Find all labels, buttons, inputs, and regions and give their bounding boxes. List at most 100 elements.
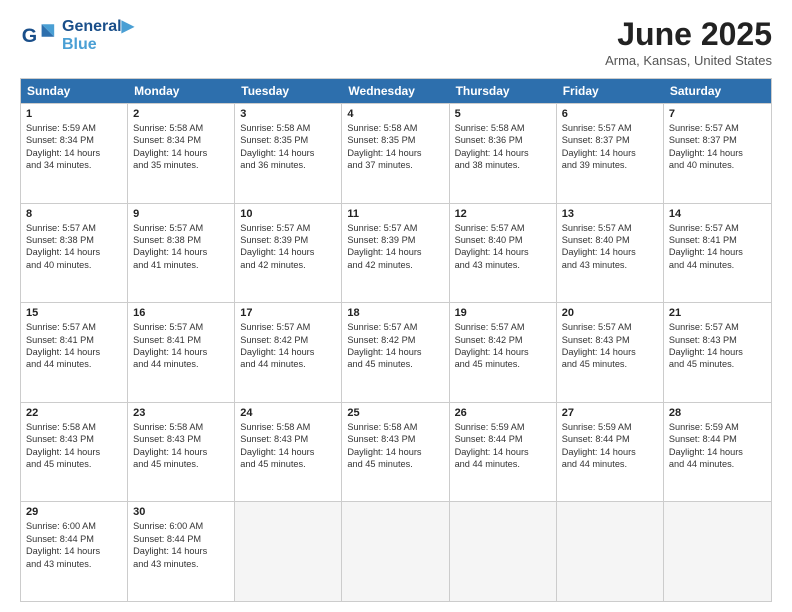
day-number: 25 bbox=[347, 407, 443, 419]
day-info: Sunrise: 5:57 AM Sunset: 8:42 PM Dayligh… bbox=[347, 321, 443, 371]
header-day-wednesday: Wednesday bbox=[342, 79, 449, 103]
header: G General▶ Blue June 2025 Arma, Kansas, … bbox=[20, 16, 772, 68]
day-info: Sunrise: 5:57 AM Sunset: 8:38 PM Dayligh… bbox=[26, 222, 122, 272]
empty-cell bbox=[235, 502, 342, 601]
page: G General▶ Blue June 2025 Arma, Kansas, … bbox=[0, 0, 792, 612]
day-number: 11 bbox=[347, 208, 443, 220]
header-day-tuesday: Tuesday bbox=[235, 79, 342, 103]
day-info: Sunrise: 5:59 AM Sunset: 8:44 PM Dayligh… bbox=[455, 421, 551, 471]
day-cell-15: 15 Sunrise: 5:57 AM Sunset: 8:41 PM Dayli… bbox=[21, 303, 128, 402]
day-number: 29 bbox=[26, 506, 122, 518]
day-cell-27: 27Sunrise: 5:59 AM Sunset: 8:44 PM Dayli… bbox=[557, 403, 664, 502]
day-number: 22 bbox=[26, 407, 122, 419]
day-cell-17: 17 Sunrise: 5:57 AM Sunset: 8:42 PM Dayli… bbox=[235, 303, 342, 402]
day-number: 14 bbox=[669, 208, 766, 220]
day-cell-30: 30 Sunrise: 6:00 AM Sunset: 8:44 PM Dayli… bbox=[128, 502, 235, 601]
location: Arma, Kansas, United States bbox=[605, 53, 772, 68]
svg-text:G: G bbox=[22, 25, 37, 47]
calendar-row: 15 Sunrise: 5:57 AM Sunset: 8:41 PM Dayli… bbox=[21, 302, 771, 402]
day-number: 18 bbox=[347, 307, 443, 319]
day-info: Sunrise: 5:58 AM Sunset: 8:35 PM Dayligh… bbox=[240, 122, 336, 172]
empty-cell bbox=[450, 502, 557, 601]
day-cell-23: 23 Sunrise: 5:58 AM Sunset: 8:43 PM Dayli… bbox=[128, 403, 235, 502]
day-info: Sunrise: 5:57 AM Sunset: 8:40 PM Dayligh… bbox=[562, 222, 658, 272]
day-info: Sunrise: 6:00 AM Sunset: 8:44 PM Dayligh… bbox=[26, 520, 122, 570]
day-number: 5 bbox=[455, 108, 551, 120]
calendar-row: 1Sunrise: 5:59 AM Sunset: 8:34 PM Daylig… bbox=[21, 103, 771, 203]
day-cell-13: 13 Sunrise: 5:57 AM Sunset: 8:40 PM Dayli… bbox=[557, 204, 664, 303]
day-info: Sunrise: 5:57 AM Sunset: 8:40 PM Dayligh… bbox=[455, 222, 551, 272]
day-cell-2: 2Sunrise: 5:58 AM Sunset: 8:34 PM Daylig… bbox=[128, 104, 235, 203]
day-number: 17 bbox=[240, 307, 336, 319]
month-title: June 2025 bbox=[605, 16, 772, 53]
day-number: 24 bbox=[240, 407, 336, 419]
day-number: 4 bbox=[347, 108, 443, 120]
day-number: 28 bbox=[669, 407, 766, 419]
calendar-row: 8 Sunrise: 5:57 AM Sunset: 8:38 PM Daylig… bbox=[21, 203, 771, 303]
calendar: SundayMondayTuesdayWednesdayThursdayFrid… bbox=[20, 78, 772, 602]
day-info: Sunrise: 5:58 AM Sunset: 8:43 PM Dayligh… bbox=[26, 421, 122, 471]
day-info: Sunrise: 5:59 AM Sunset: 8:44 PM Dayligh… bbox=[669, 421, 766, 471]
day-cell-26: 26Sunrise: 5:59 AM Sunset: 8:44 PM Dayli… bbox=[450, 403, 557, 502]
day-number: 3 bbox=[240, 108, 336, 120]
day-number: 9 bbox=[133, 208, 229, 220]
day-cell-8: 8 Sunrise: 5:57 AM Sunset: 8:38 PM Daylig… bbox=[21, 204, 128, 303]
day-cell-28: 28 Sunrise: 5:59 AM Sunset: 8:44 PM Dayli… bbox=[664, 403, 771, 502]
calendar-row: 22 Sunrise: 5:58 AM Sunset: 8:43 PM Dayli… bbox=[21, 402, 771, 502]
day-number: 6 bbox=[562, 108, 658, 120]
logo-text: General▶ Blue bbox=[62, 16, 134, 54]
day-cell-25: 25Sunrise: 5:58 AM Sunset: 8:43 PM Dayli… bbox=[342, 403, 449, 502]
day-cell-3: 3 Sunrise: 5:58 AM Sunset: 8:35 PM Daylig… bbox=[235, 104, 342, 203]
day-info: Sunrise: 5:58 AM Sunset: 8:43 PM Dayligh… bbox=[240, 421, 336, 471]
day-cell-11: 11 Sunrise: 5:57 AM Sunset: 8:39 PM Dayli… bbox=[342, 204, 449, 303]
day-info: Sunrise: 5:57 AM Sunset: 8:37 PM Dayligh… bbox=[562, 122, 658, 172]
day-number: 27 bbox=[562, 407, 658, 419]
day-number: 23 bbox=[133, 407, 229, 419]
day-cell-12: 12 Sunrise: 5:57 AM Sunset: 8:40 PM Dayli… bbox=[450, 204, 557, 303]
day-cell-6: 6 Sunrise: 5:57 AM Sunset: 8:37 PM Daylig… bbox=[557, 104, 664, 203]
day-cell-19: 19 Sunrise: 5:57 AM Sunset: 8:42 PM Dayli… bbox=[450, 303, 557, 402]
header-day-monday: Monday bbox=[128, 79, 235, 103]
header-day-thursday: Thursday bbox=[450, 79, 557, 103]
day-info: Sunrise: 5:57 AM Sunset: 8:41 PM Dayligh… bbox=[133, 321, 229, 371]
empty-cell bbox=[557, 502, 664, 601]
day-info: Sunrise: 6:00 AM Sunset: 8:44 PM Dayligh… bbox=[133, 520, 229, 570]
day-cell-10: 10Sunrise: 5:57 AM Sunset: 8:39 PM Dayli… bbox=[235, 204, 342, 303]
day-info: Sunrise: 5:57 AM Sunset: 8:43 PM Dayligh… bbox=[669, 321, 766, 371]
day-number: 2 bbox=[133, 108, 229, 120]
day-info: Sunrise: 5:58 AM Sunset: 8:36 PM Dayligh… bbox=[455, 122, 551, 172]
day-number: 15 bbox=[26, 307, 122, 319]
day-cell-21: 21Sunrise: 5:57 AM Sunset: 8:43 PM Dayli… bbox=[664, 303, 771, 402]
logo-icon: G bbox=[20, 17, 56, 53]
day-number: 30 bbox=[133, 506, 229, 518]
calendar-body: 1Sunrise: 5:59 AM Sunset: 8:34 PM Daylig… bbox=[21, 103, 771, 601]
calendar-row: 29 Sunrise: 6:00 AM Sunset: 8:44 PM Dayli… bbox=[21, 501, 771, 601]
day-cell-7: 7Sunrise: 5:57 AM Sunset: 8:37 PM Daylig… bbox=[664, 104, 771, 203]
day-info: Sunrise: 5:57 AM Sunset: 8:42 PM Dayligh… bbox=[240, 321, 336, 371]
day-cell-14: 14 Sunrise: 5:57 AM Sunset: 8:41 PM Dayli… bbox=[664, 204, 771, 303]
day-number: 13 bbox=[562, 208, 658, 220]
day-info: Sunrise: 5:57 AM Sunset: 8:41 PM Dayligh… bbox=[669, 222, 766, 272]
day-info: Sunrise: 5:57 AM Sunset: 8:39 PM Dayligh… bbox=[347, 222, 443, 272]
day-cell-5: 5 Sunrise: 5:58 AM Sunset: 8:36 PM Daylig… bbox=[450, 104, 557, 203]
day-info: Sunrise: 5:57 AM Sunset: 8:43 PM Dayligh… bbox=[562, 321, 658, 371]
day-cell-29: 29 Sunrise: 6:00 AM Sunset: 8:44 PM Dayli… bbox=[21, 502, 128, 601]
empty-cell bbox=[664, 502, 771, 601]
day-info: Sunrise: 5:57 AM Sunset: 8:42 PM Dayligh… bbox=[455, 321, 551, 371]
day-number: 20 bbox=[562, 307, 658, 319]
day-cell-4: 4Sunrise: 5:58 AM Sunset: 8:35 PM Daylig… bbox=[342, 104, 449, 203]
day-number: 19 bbox=[455, 307, 551, 319]
day-number: 8 bbox=[26, 208, 122, 220]
day-info: Sunrise: 5:58 AM Sunset: 8:43 PM Dayligh… bbox=[133, 421, 229, 471]
day-cell-24: 24 Sunrise: 5:58 AM Sunset: 8:43 PM Dayli… bbox=[235, 403, 342, 502]
header-day-saturday: Saturday bbox=[664, 79, 771, 103]
day-cell-18: 18 Sunrise: 5:57 AM Sunset: 8:42 PM Dayli… bbox=[342, 303, 449, 402]
day-number: 1 bbox=[26, 108, 122, 120]
day-cell-22: 22 Sunrise: 5:58 AM Sunset: 8:43 PM Dayli… bbox=[21, 403, 128, 502]
day-info: Sunrise: 5:57 AM Sunset: 8:41 PM Dayligh… bbox=[26, 321, 122, 371]
calendar-header: SundayMondayTuesdayWednesdayThursdayFrid… bbox=[21, 79, 771, 103]
day-number: 12 bbox=[455, 208, 551, 220]
day-info: Sunrise: 5:57 AM Sunset: 8:37 PM Dayligh… bbox=[669, 122, 766, 172]
day-number: 10 bbox=[240, 208, 336, 220]
header-day-friday: Friday bbox=[557, 79, 664, 103]
